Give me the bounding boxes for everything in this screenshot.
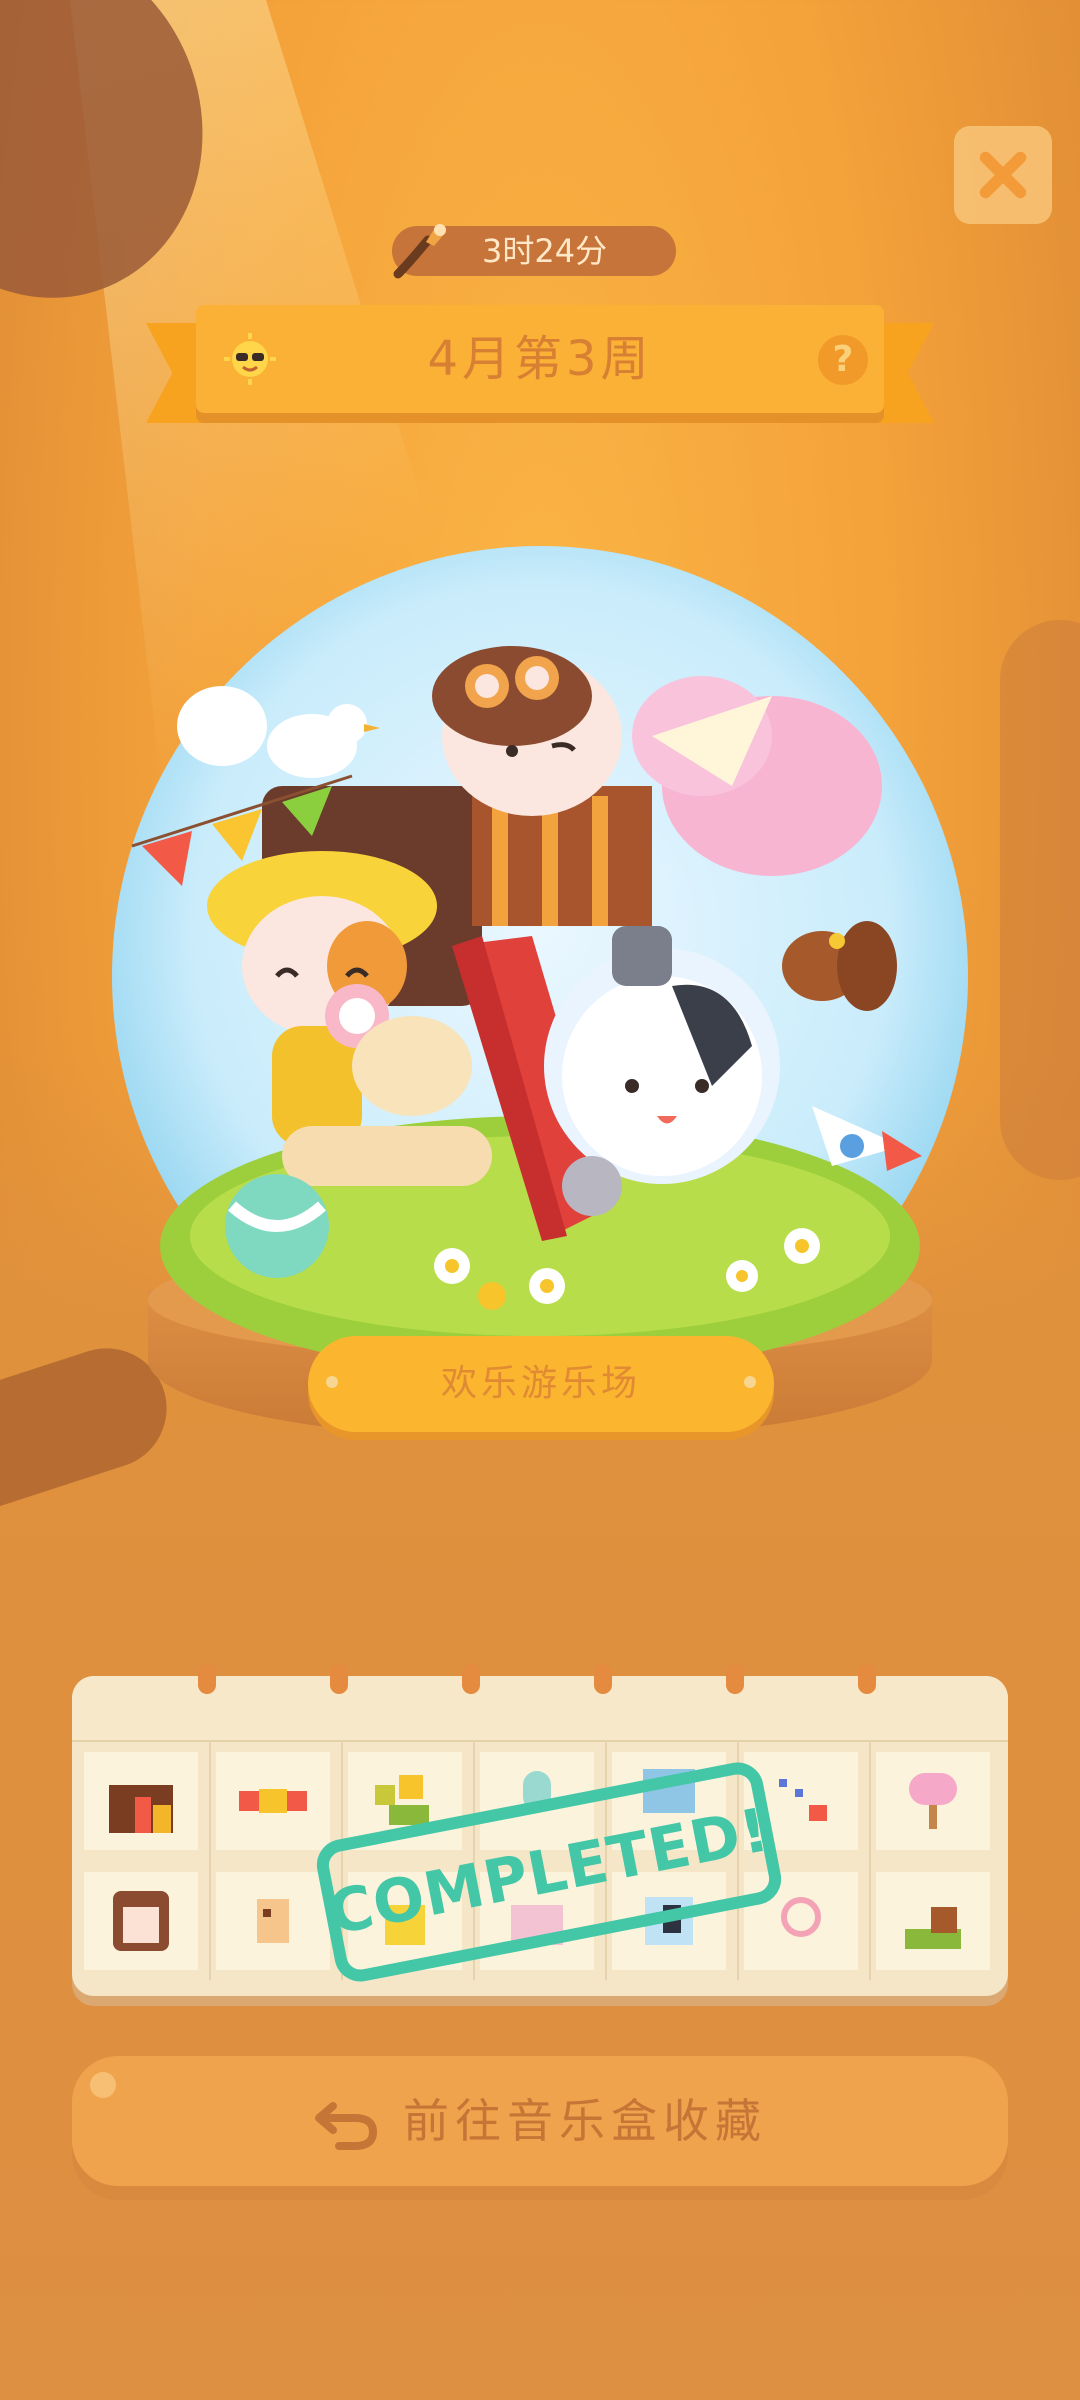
close-button[interactable] xyxy=(954,126,1052,224)
paintbrush-icon xyxy=(393,224,446,279)
calendar-pin xyxy=(594,1664,612,1694)
music-box-name: 欢乐游乐场 xyxy=(440,1363,641,1404)
return-arrow-icon xyxy=(315,2101,378,2150)
house-sticker[interactable] xyxy=(84,1752,198,1850)
week-banner: 4月第3周 ? xyxy=(146,305,934,440)
calendar-pin xyxy=(858,1664,876,1694)
go-to-music-box-collection-button[interactable]: 前往音乐盒收藏 xyxy=(72,2056,1008,2186)
calendar-pin xyxy=(462,1664,480,1694)
playground-scene-illustration xyxy=(131,646,922,1376)
collection-button-label: 前往音乐盒收藏 xyxy=(403,2094,767,2148)
calendar-divider xyxy=(869,1740,871,1980)
timer-pill: 3时24分 xyxy=(392,224,676,279)
banner-plate: 4月第3周 ? xyxy=(196,305,884,413)
music-box-globe: 欢乐游乐场 xyxy=(0,520,1080,1500)
girl-sticker[interactable] xyxy=(84,1872,198,1970)
dog-sticker[interactable] xyxy=(216,1872,330,1970)
squirrel-sticker[interactable] xyxy=(876,1872,990,1970)
close-icon xyxy=(979,151,1027,199)
music-box-name-plaque: 欢乐游乐场 xyxy=(308,1336,774,1432)
banner-title: 4月第3周 xyxy=(427,331,653,387)
calendar-pin xyxy=(330,1664,348,1694)
tree-sticker[interactable] xyxy=(876,1752,990,1850)
calendar-divider xyxy=(209,1740,211,1980)
collection-button-row: 前往音乐盒收藏 xyxy=(72,2056,1008,2186)
glass-globe xyxy=(112,546,968,1406)
calendar-pin xyxy=(726,1664,744,1694)
candy-sticker[interactable] xyxy=(216,1752,330,1850)
timer-text: 3时24分 xyxy=(482,232,608,270)
calendar-pin xyxy=(198,1664,216,1694)
help-button[interactable]: ? xyxy=(818,335,868,385)
